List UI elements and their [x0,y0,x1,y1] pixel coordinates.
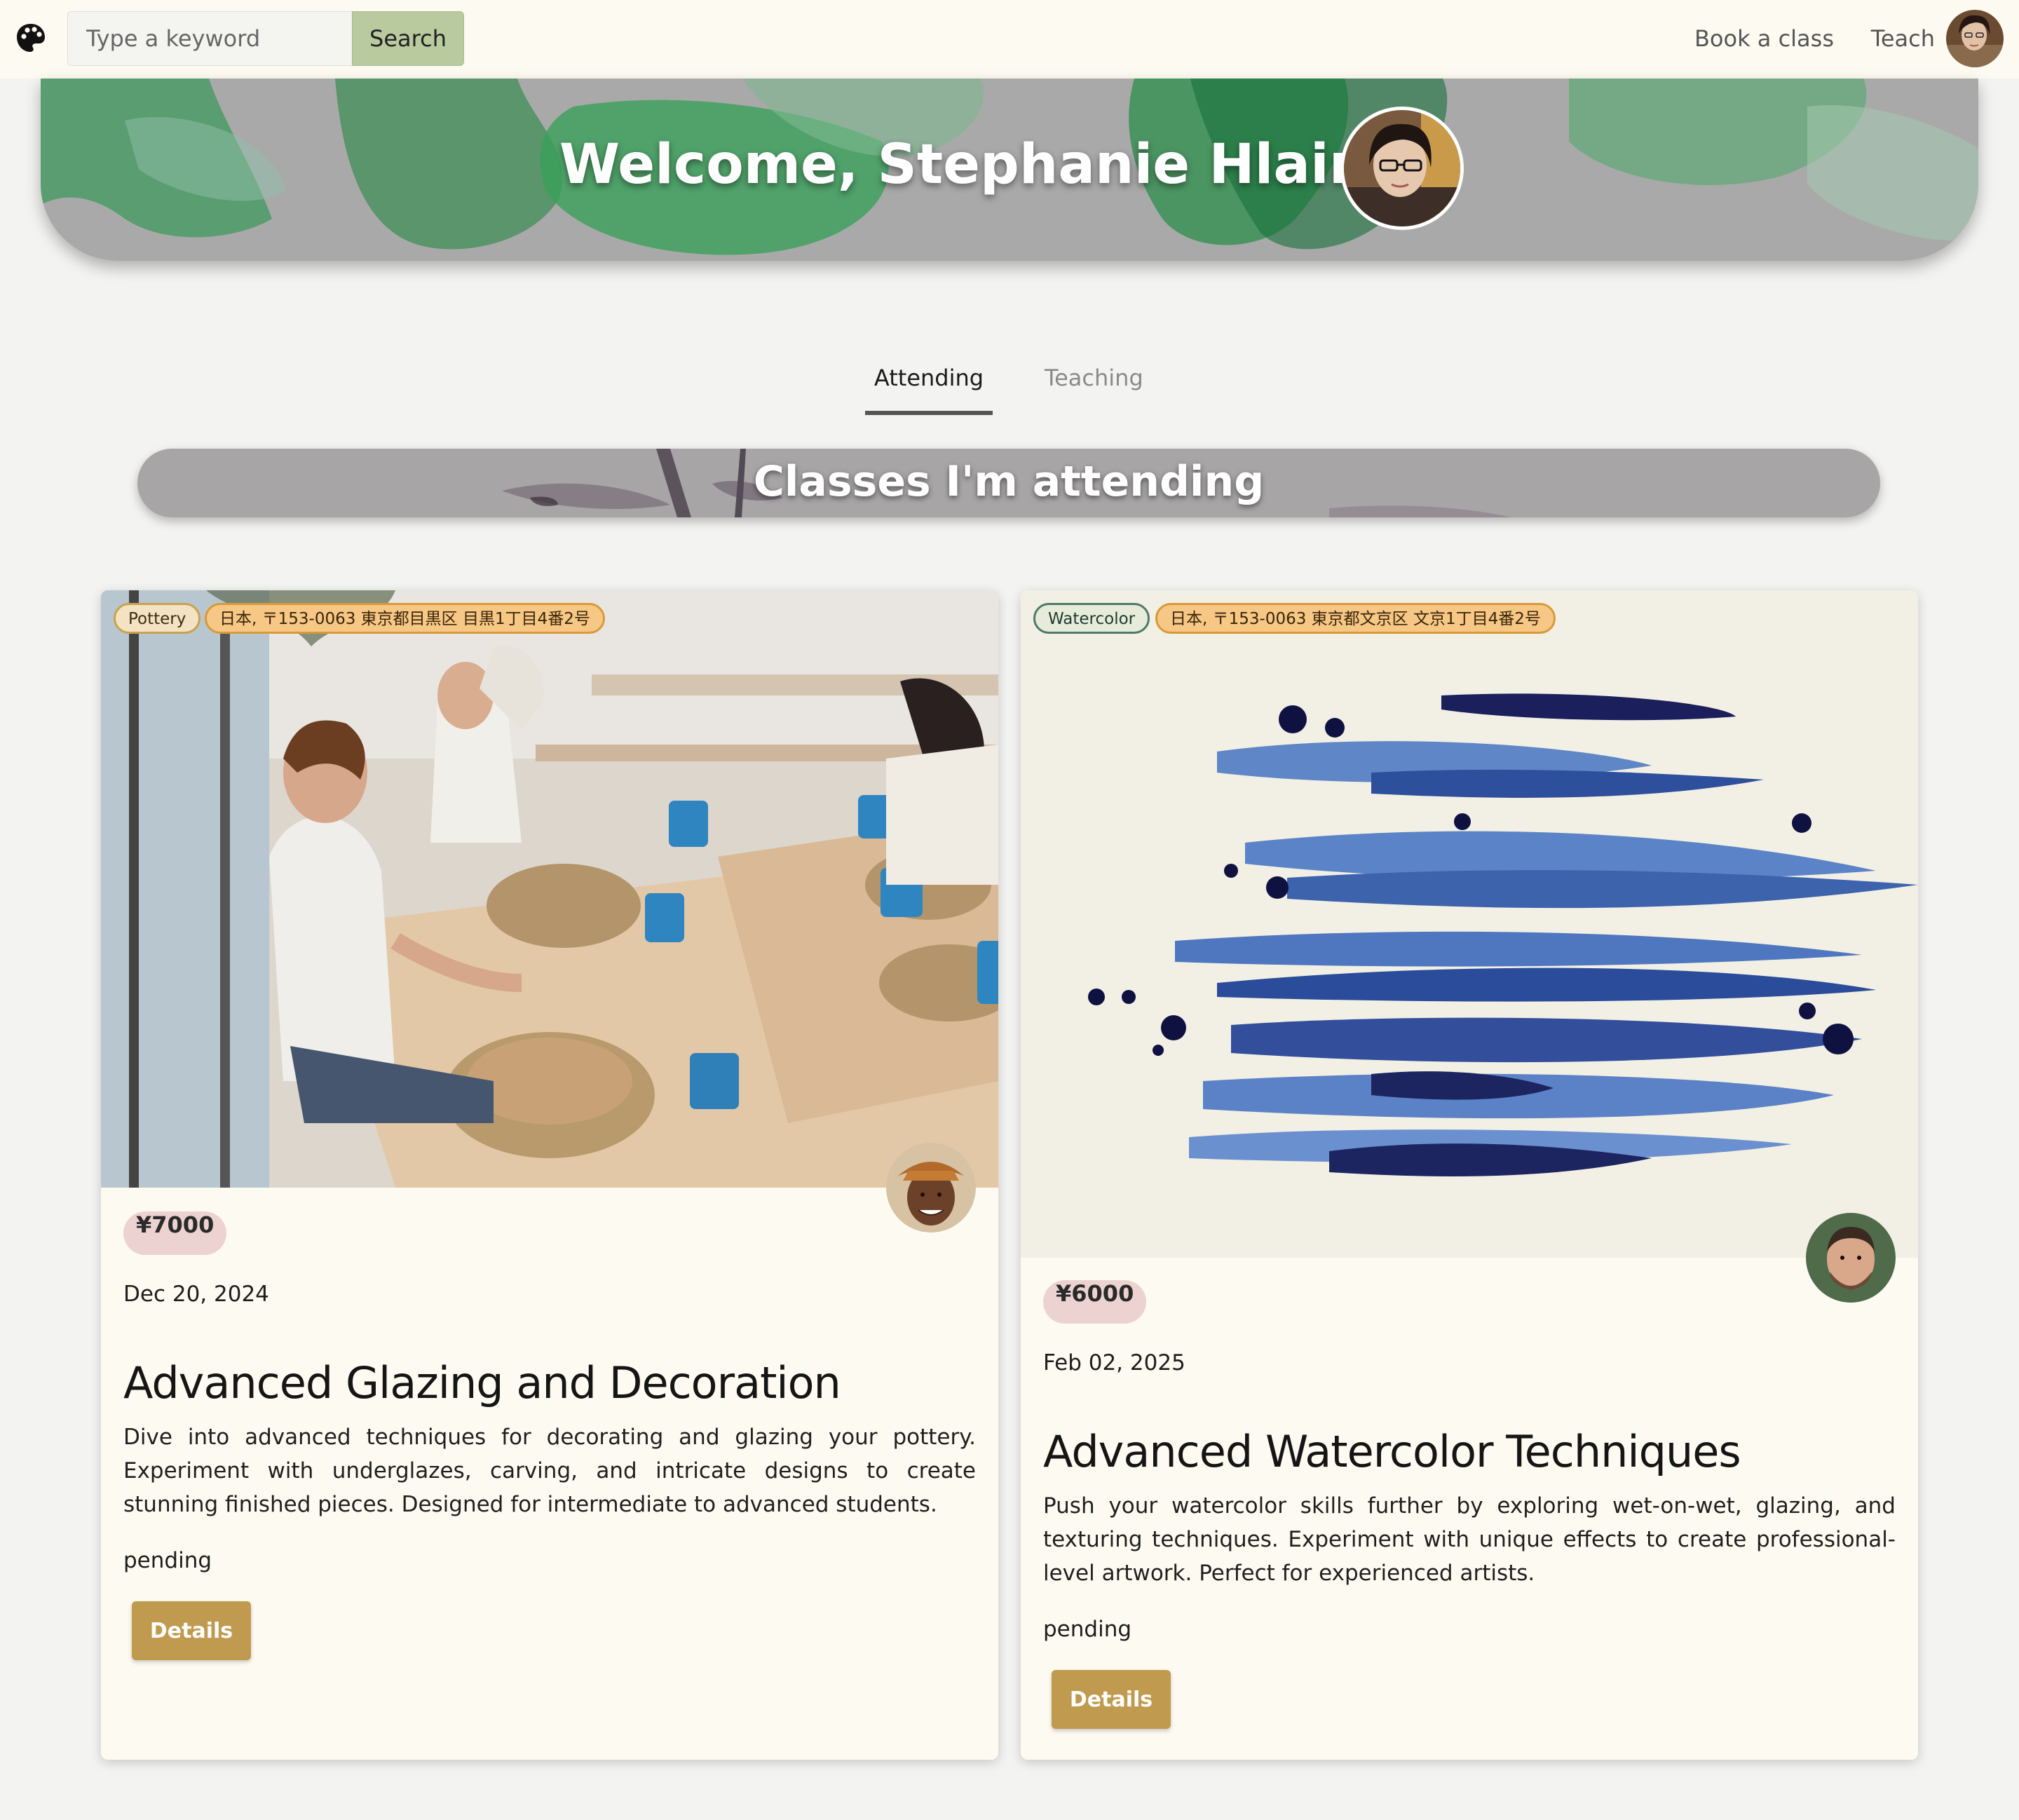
class-date: Feb 02, 2025 [1043,1350,1185,1376]
price-badge: ¥7000 [123,1211,227,1255]
search-button[interactable]: Search [352,11,464,66]
welcome-title: Welcome, Stephanie Hlaing! [559,133,1432,196]
user-avatar-large [1340,107,1464,230]
user-avatar[interactable] [1946,10,2004,67]
booking-status: pending [1043,1617,1132,1642]
details-button[interactable]: Details [1052,1670,1171,1729]
section-header: Classes I'm attending [137,449,1880,517]
class-date: Dec 20, 2024 [123,1282,269,1307]
class-description: Dive into advanced techniques for decora… [123,1425,976,1517]
class-image-watercolor [1021,590,1918,1258]
section-title: Classes I'm attending [753,457,1265,506]
booking-status: pending [123,1548,212,1573]
class-title: Advanced Watercolor Techniques [1043,1426,1741,1477]
class-card: Pottery 日本, 〒153-0063 東京都目黒区 目黒1丁目4番2号 ¥… [101,590,998,1760]
welcome-banner: Welcome, Stephanie Hlaing! [41,79,1978,261]
price-badge: ¥6000 [1043,1280,1147,1324]
class-image-pottery [101,590,998,1188]
class-title: Advanced Glazing and Decoration [123,1357,841,1408]
nav-book-class-link[interactable]: Book a class [1694,25,1834,52]
teacher-avatar[interactable] [1806,1213,1896,1303]
class-card: Watercolor 日本, 〒153-0063 東京都文京区 文京1丁目4番2… [1021,590,1918,1760]
details-button[interactable]: Details [132,1601,251,1660]
palette-icon[interactable] [15,22,46,53]
teacher-avatar[interactable] [886,1143,976,1232]
nav-teach-link[interactable]: Teach [1871,25,1935,52]
class-description: Push your watercolor skills further by e… [1043,1493,1896,1586]
tab-attending[interactable]: Attending [865,365,993,415]
address-tag: 日本, 〒153-0063 東京都文京区 文京1丁目4番2号 [1155,603,1556,634]
category-tag: Watercolor [1033,603,1150,634]
search-input[interactable] [67,11,352,66]
category-tag: Pottery [114,603,201,634]
address-tag: 日本, 〒153-0063 東京都目黒区 目黒1丁目4番2号 [205,603,605,634]
top-navbar: Search Book a class Teach [0,0,2019,79]
tab-teaching[interactable]: Teaching [1045,365,1143,391]
